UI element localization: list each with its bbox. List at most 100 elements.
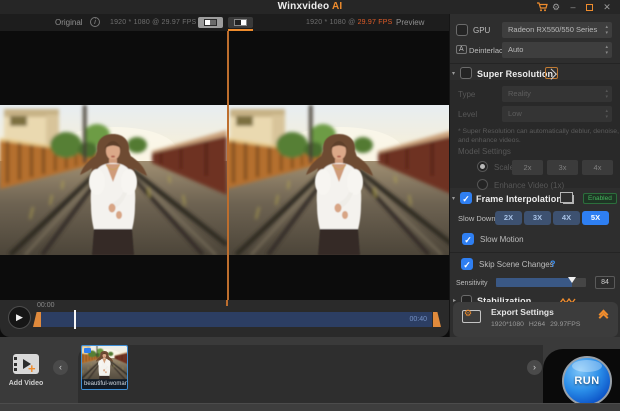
timeline-range[interactable] bbox=[41, 312, 432, 327]
export-settings-details: 1920*1080H26429.97FPS bbox=[491, 321, 585, 328]
add-video-label[interactable]: Add Video bbox=[0, 380, 52, 387]
run-area: RUN bbox=[543, 349, 620, 403]
scale-radio[interactable] bbox=[477, 161, 488, 172]
type-dropdown[interactable]: Reality ▴▾ bbox=[502, 86, 612, 102]
add-plus-icon: + bbox=[28, 361, 36, 376]
export-settings-title: Export Settings bbox=[491, 307, 554, 317]
gpu-dropdown[interactable]: Radeon RX550/550 Series ▴▾ bbox=[502, 22, 612, 38]
video-preview-area bbox=[0, 31, 449, 300]
skip-scene-changes-label: Skip Scene Changes bbox=[479, 260, 554, 269]
export-settings-card[interactable]: ⚙ Export Settings 1920*1080H26429.97FPS bbox=[453, 302, 618, 337]
clip-thumbnail[interactable]: beautiful-woman- bbox=[81, 345, 128, 390]
model-settings-label: Model Settings bbox=[458, 147, 511, 156]
scale-4x-button[interactable]: 4x bbox=[582, 160, 613, 175]
preview-label: Preview bbox=[396, 18, 424, 27]
frames-stack-icon[interactable] bbox=[563, 195, 574, 204]
timeline-panel: ▶ 00:00 00:40 bbox=[0, 300, 449, 337]
playhead[interactable] bbox=[74, 310, 76, 329]
scale-2x-button[interactable]: 2x bbox=[512, 160, 543, 175]
clip-strip bbox=[78, 345, 543, 403]
original-video-frame bbox=[0, 105, 227, 255]
sensitivity-value: 84 bbox=[595, 276, 615, 289]
help-icon[interactable]: ? bbox=[550, 259, 556, 269]
run-button-shine bbox=[572, 360, 602, 372]
trim-handle-left[interactable] bbox=[33, 312, 41, 327]
compare-divider[interactable] bbox=[227, 31, 229, 300]
dropdown-arrows-icon: ▴▾ bbox=[605, 88, 608, 100]
chevron-left-icon[interactable]: ‹ bbox=[53, 360, 68, 375]
skip-scene-changes-checkbox[interactable]: ✓ bbox=[461, 258, 473, 270]
winxvideo-app-window: Winxvideo AI ⚙ – ✕ Original i 1920 * 108… bbox=[0, 0, 620, 411]
side-by-side-icon bbox=[204, 19, 217, 26]
slider-compare-icon bbox=[234, 19, 247, 26]
frame-interpolation-checkbox[interactable]: ✓ bbox=[460, 192, 472, 204]
compare-slider-button[interactable] bbox=[228, 17, 253, 28]
app-title: Winxvideo AI bbox=[0, 1, 620, 12]
preview-video-pane[interactable] bbox=[229, 31, 449, 300]
sensitivity-slider[interactable] bbox=[496, 278, 586, 287]
type-label: Type bbox=[458, 90, 475, 99]
super-resolution-caret-icon[interactable]: ▾ bbox=[452, 70, 455, 77]
slow-down-2x-button[interactable]: 2X bbox=[495, 211, 522, 225]
gear-icon[interactable]: ⚙ bbox=[550, 0, 562, 14]
status-strip bbox=[0, 403, 620, 411]
preview-section: Original i 1920 * 1080 @ 29.97 FPS 1920 … bbox=[0, 14, 449, 337]
slow-down-5x-button[interactable]: 5X bbox=[582, 211, 609, 225]
trim-handle-right[interactable] bbox=[433, 312, 441, 327]
super-resolution-checkbox[interactable] bbox=[460, 67, 472, 79]
sensitivity-slider-fill bbox=[496, 278, 572, 287]
clip-name: beautiful-woman- bbox=[82, 379, 127, 389]
collapse-double-chevron-icon[interactable] bbox=[600, 311, 607, 321]
chevron-right-icon[interactable]: › bbox=[527, 360, 542, 375]
enhance-video-label: Enhance Video (1x) bbox=[494, 181, 564, 190]
level-label: Level bbox=[458, 110, 477, 119]
original-resolution: 1920 * 1080 @ 29.97 FPS bbox=[110, 19, 196, 26]
slow-down-4x-button[interactable]: 4X bbox=[553, 211, 580, 225]
play-button[interactable]: ▶ bbox=[8, 306, 31, 329]
media-bar: + Add Video ‹ beautiful-woman- › RUN bbox=[0, 337, 620, 403]
timeline-track[interactable]: 00:40 bbox=[33, 312, 441, 327]
frame-interpolation-caret-icon[interactable]: ▾ bbox=[452, 195, 455, 202]
sensitivity-slider-thumb[interactable] bbox=[568, 277, 576, 283]
info-icon[interactable]: i bbox=[90, 17, 100, 27]
slow-motion-checkbox[interactable]: ✓ bbox=[462, 233, 474, 245]
slow-down-3x-button[interactable]: 3X bbox=[524, 211, 551, 225]
super-resolution-note: * Super Resolution can automatically deb… bbox=[458, 127, 619, 145]
ai-badge-icon bbox=[84, 348, 91, 353]
preview-fps: 29.97 FPS bbox=[358, 19, 393, 26]
preview-resolution: 1920 * 1080 @ 29.97 FPS bbox=[306, 19, 392, 26]
preview-video-frame bbox=[229, 105, 449, 255]
sensitivity-label: Sensitivity bbox=[456, 280, 488, 287]
settings-panel: GPU Radeon RX550/550 Series ▴▾ A Deinter… bbox=[449, 14, 620, 337]
dropdown-arrows-icon: ▴▾ bbox=[605, 108, 608, 120]
deinterlace-icon: A bbox=[456, 45, 467, 54]
dropdown-arrows-icon: ▴▾ bbox=[605, 44, 608, 56]
gpu-checkbox[interactable] bbox=[456, 24, 468, 36]
divider-tick bbox=[226, 300, 228, 306]
frame-interpolation-title: Frame Interpolation bbox=[476, 194, 562, 204]
level-dropdown[interactable]: Low ▴▾ bbox=[502, 106, 612, 122]
minimize-icon[interactable]: – bbox=[567, 0, 579, 14]
original-label: Original bbox=[55, 18, 83, 27]
timeline-end-time: 00:40 bbox=[409, 316, 427, 323]
original-video-pane[interactable] bbox=[0, 31, 227, 300]
title-bar: Winxvideo AI ⚙ – ✕ bbox=[0, 0, 620, 14]
gpu-label: GPU bbox=[473, 26, 490, 35]
cart-icon[interactable] bbox=[536, 2, 548, 12]
preview-header: Original i 1920 * 1080 @ 29.97 FPS 1920 … bbox=[0, 14, 449, 31]
super-resolution-title: Super Resolution bbox=[477, 69, 553, 79]
export-gear-icon: ⚙ bbox=[464, 308, 472, 319]
close-icon[interactable]: ✕ bbox=[601, 0, 613, 14]
maximize-icon[interactable] bbox=[586, 4, 593, 11]
dropdown-arrows-icon: ▴▾ bbox=[605, 24, 608, 36]
scale-3x-button[interactable]: 3x bbox=[547, 160, 578, 175]
compare-side-by-side-button[interactable] bbox=[198, 17, 223, 28]
deinterlacing-dropdown[interactable]: Auto ▴▾ bbox=[502, 42, 612, 58]
scale-expand-icon[interactable] bbox=[545, 67, 558, 79]
enabled-badge: Enabled bbox=[583, 193, 617, 204]
slow-down-label: Slow Down bbox=[458, 214, 496, 223]
slow-motion-label: Slow Motion bbox=[480, 235, 524, 244]
scale-label: Scale bbox=[494, 163, 514, 172]
enhance-video-radio[interactable] bbox=[477, 179, 488, 190]
timeline-current-time: 00:00 bbox=[37, 302, 55, 309]
